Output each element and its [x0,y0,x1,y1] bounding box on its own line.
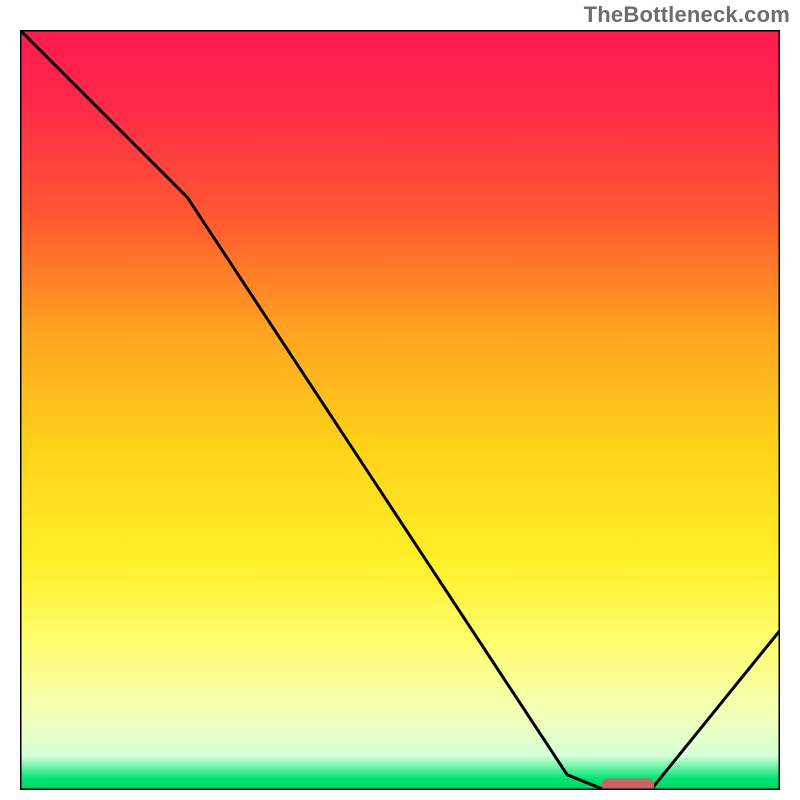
watermark-text: TheBottleneck.com [584,2,790,28]
chart-stage: TheBottleneck.com [0,0,800,800]
optimal-marker [602,779,654,790]
chart-svg [20,30,780,790]
chart-plot-area [20,30,780,790]
